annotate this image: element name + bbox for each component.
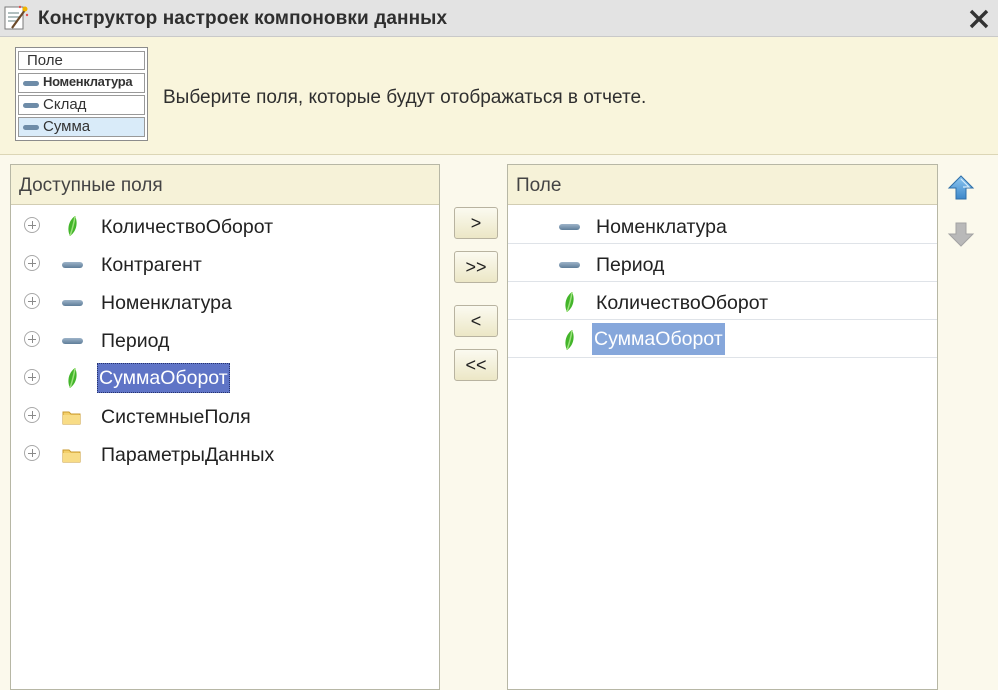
available-fields-header: Доступные поля [11,165,439,205]
add-field-button[interactable]: > [454,207,498,239]
expand-icon[interactable] [24,293,40,309]
tree-item[interactable]: Номенклатура [11,282,439,320]
list-item[interactable]: Период [508,244,937,282]
tree-item[interactable]: Контрагент [11,244,439,282]
field-dash-icon [23,125,39,130]
resource-leaf-icon [68,216,77,236]
resource-leaf-icon [68,368,77,388]
tree-item-label: СистемныеПоля [101,406,251,428]
preview-row: Сумма [18,117,145,137]
tree-item[interactable]: СуммаОборот [11,358,439,396]
close-icon[interactable] [966,6,992,32]
expand-icon[interactable] [24,407,40,423]
window-title: Конструктор настроек компоновки данных [38,8,448,29]
field-dash-icon [559,262,580,268]
title-bar: Конструктор настроек компоновки данных [0,0,998,37]
remove-all-fields-button[interactable]: << [454,349,498,381]
field-dash-icon [23,103,39,108]
add-all-fields-button[interactable]: >> [454,251,498,283]
remove-field-button[interactable]: < [454,305,498,337]
preview-row: Склад [18,95,145,115]
list-item-label: Период [596,254,665,276]
field-dash-icon [62,338,83,344]
selected-fields-panel: Поле Номенклатура Период КоличествоОборо… [507,164,938,690]
preview-row: Номенклатура [18,73,145,93]
tree-item[interactable]: СистемныеПоля [11,396,439,434]
move-up-icon[interactable] [946,173,976,203]
tree-item-label: ПараметрыДанных [101,444,275,466]
selected-fields-header: Поле [508,165,937,205]
list-item-label: КоличествоОборот [596,292,769,314]
tree-item-label: Номенклатура [101,292,232,314]
field-dash-icon [23,81,39,86]
list-item-label: Номенклатура [596,216,727,238]
expand-icon[interactable] [24,331,40,347]
expand-icon[interactable] [24,255,40,271]
tree-item[interactable]: ПараметрыДанных [11,434,439,472]
header-hint: Выберите поля, которые будут отображатьс… [163,87,647,108]
folder-icon [62,411,81,425]
wizard-icon [4,5,29,30]
tree-item-label: СуммаОборот [97,363,230,393]
expand-icon[interactable] [24,445,40,461]
field-dash-icon [559,224,580,230]
field-dash-icon [62,300,83,306]
wizard-header: Поле Номенклатура Склад Сумма Выберите п… [0,37,998,155]
resource-leaf-icon [565,330,574,350]
field-dash-icon [62,262,83,268]
tree-item[interactable]: Период [11,320,439,358]
expand-icon[interactable] [24,369,40,385]
preview-thumbnail: Поле Номенклатура Склад Сумма [15,47,148,141]
preview-row: Поле [18,51,145,70]
list-item[interactable]: Номенклатура [508,206,937,244]
move-down-icon[interactable] [946,219,976,249]
tree-item-label: Контрагент [101,254,202,276]
list-item[interactable]: КоличествоОборот [508,282,937,320]
list-item-label: СуммаОборот [592,323,725,355]
available-fields-panel: Доступные поля КоличествоОборот Контраге… [10,164,440,690]
tree-item-label: КоличествоОборот [101,216,274,238]
tree-item[interactable]: КоличествоОборот [11,206,439,244]
resource-leaf-icon [565,292,574,312]
expand-icon[interactable] [24,217,40,233]
folder-icon [62,449,81,463]
list-item[interactable]: СуммаОборот [508,320,937,358]
tree-item-label: Период [101,330,170,352]
